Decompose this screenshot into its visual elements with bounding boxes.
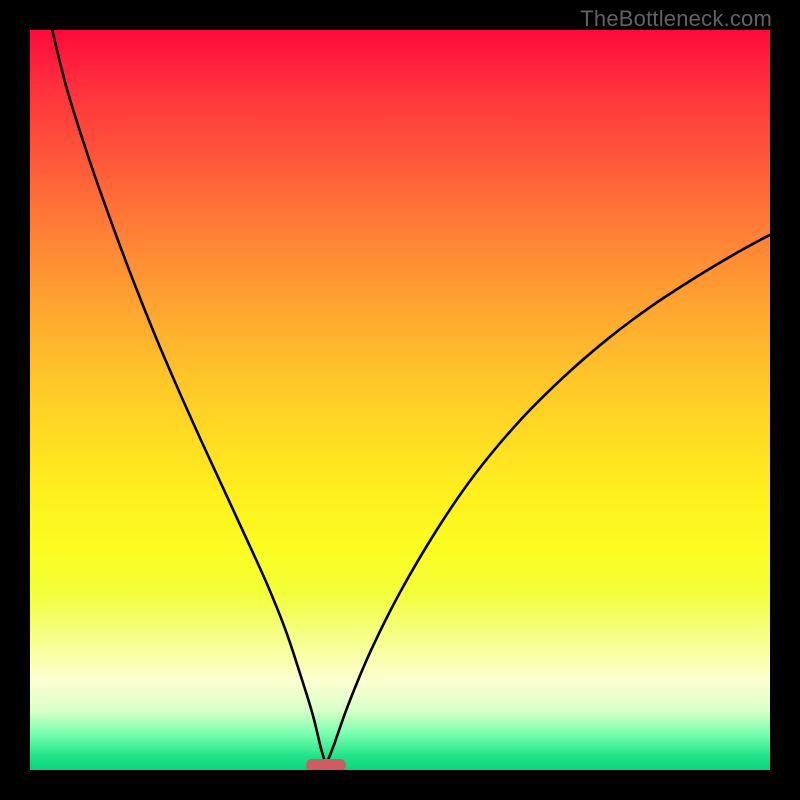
chart-frame: TheBottleneck.com — [0, 0, 800, 800]
watermark-text: TheBottleneck.com — [580, 6, 772, 32]
selection-marker — [306, 759, 346, 770]
curve-right-branch — [326, 235, 770, 765]
plot-area — [30, 30, 770, 770]
bottleneck-curve — [30, 30, 770, 770]
curve-left-branch — [52, 30, 326, 765]
